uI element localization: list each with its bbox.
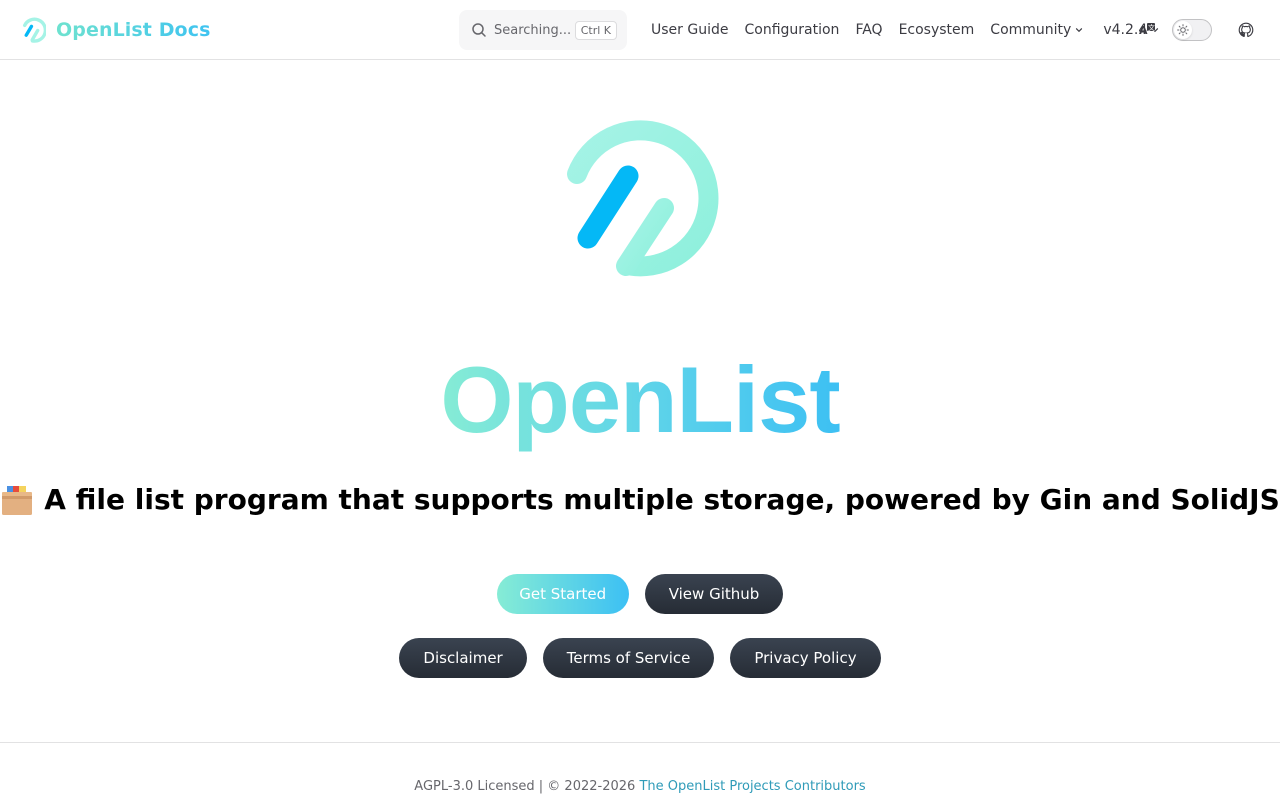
hero-title-text: OpenList: [440, 347, 840, 452]
main-nav: User Guide Configuration FAQ Ecosystem C…: [651, 0, 1159, 60]
get-started-button[interactable]: Get Started: [496, 574, 629, 614]
hero-tagline: A file list program that supports multip…: [0, 480, 1280, 520]
nav-configuration[interactable]: Configuration: [744, 22, 839, 38]
language-switch-button[interactable]: A 文: [1137, 20, 1157, 40]
search-icon: [472, 23, 486, 37]
privacy-policy-button[interactable]: Privacy Policy: [730, 638, 881, 678]
disclaimer-button[interactable]: Disclaimer: [399, 638, 527, 678]
page-footer: AGPL-3.0 Licensed | © 2022-2026 The Open…: [0, 742, 1280, 800]
footer-copyright: AGPL-3.0 Licensed | © 2022-2026 The Open…: [0, 779, 1280, 794]
site-title: OpenList Docs: [56, 19, 211, 41]
openlist-hero-logo: [567, 120, 719, 277]
view-github-button[interactable]: View Github: [644, 574, 784, 614]
search-box[interactable]: Searching... Ctrl K: [459, 10, 627, 50]
top-navbar: OpenList Docs Searching... Ctrl K User G…: [0, 0, 1280, 60]
theme-toggle-knob: [1174, 21, 1192, 39]
github-link[interactable]: [1236, 20, 1256, 40]
nav-faq[interactable]: FAQ: [855, 22, 882, 38]
theme-toggle-switch[interactable]: [1172, 19, 1212, 41]
search-shortcut-badge: Ctrl K: [574, 20, 617, 40]
openlist-logo-icon: [22, 17, 46, 43]
card-file-box-icon: [2, 486, 33, 515]
hero-actions-secondary: Disclaimer Terms of Service Privacy Poli…: [0, 638, 1280, 678]
search-placeholder: Searching...: [494, 22, 572, 38]
hero-title: OpenList: [0, 345, 1280, 455]
svg-text:文: 文: [1148, 23, 1155, 32]
footer-license-text: AGPL-3.0 Licensed | © 2022-2026: [414, 779, 636, 794]
terms-of-service-button[interactable]: Terms of Service: [542, 638, 715, 678]
github-icon: [1238, 22, 1254, 38]
hero-tagline-text: A file list program that supports multip…: [44, 483, 1280, 516]
svg-text:A: A: [1139, 24, 1148, 37]
nav-community-label: Community: [990, 22, 1072, 38]
hero-actions-primary: Get Started View Github: [0, 574, 1280, 614]
site-brand-link[interactable]: OpenList Docs: [20, 16, 211, 44]
chevron-down-icon: [1076, 28, 1083, 33]
nav-community-dropdown[interactable]: Community: [990, 22, 1083, 38]
contributors-link[interactable]: The OpenList Projects Contributors: [639, 779, 865, 794]
nav-user-guide[interactable]: User Guide: [651, 22, 728, 38]
translate-icon: A 文: [1139, 23, 1155, 37]
sun-icon: [1177, 24, 1189, 36]
nav-ecosystem[interactable]: Ecosystem: [899, 22, 975, 38]
